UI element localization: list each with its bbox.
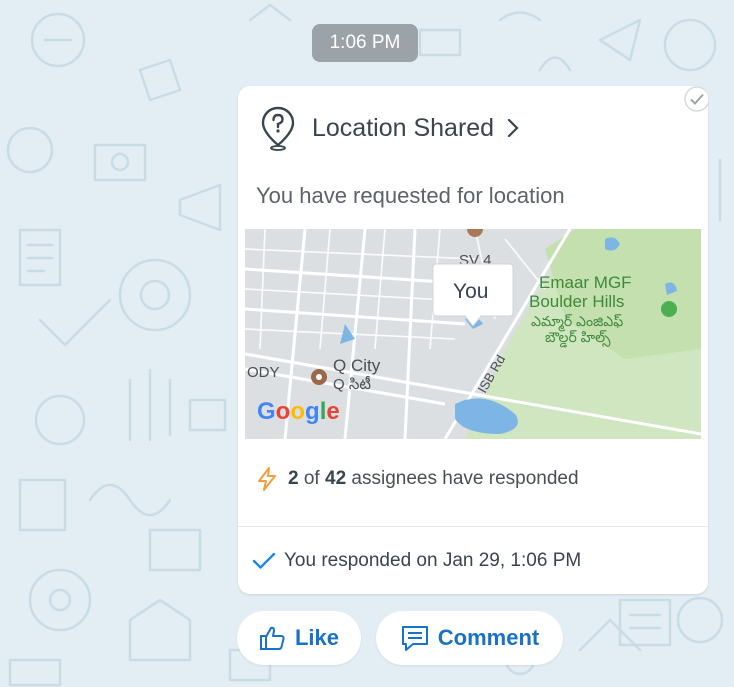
location-question-pin-icon	[261, 106, 295, 151]
map-label-qcity: Q City	[333, 356, 381, 375]
card-title: Location Shared	[312, 113, 495, 142]
checkmark-icon	[252, 552, 276, 569]
card-subtitle: You have requested for location	[256, 183, 565, 208]
park-poi-icon	[661, 301, 677, 317]
you-marker-label: You	[453, 280, 488, 303]
thumbs-up-icon	[259, 626, 285, 650]
location-request-card[interactable]: Location Shared You have requested for l…	[238, 86, 708, 594]
comment-icon	[401, 626, 428, 651]
card-divider	[238, 526, 708, 527]
like-label: Like	[294, 625, 340, 650]
responded-status: You responded on Jan 29, 1:06 PM	[252, 550, 581, 572]
google-logo: Google	[257, 398, 340, 425]
total-assignees: 42	[325, 468, 347, 489]
read-receipt-icon	[684, 86, 708, 112]
location-map[interactable]: SV 4 Emaar MGF Boulder Hills ఎమ్మార్ ఎంజ…	[245, 229, 701, 439]
map-label-emaar-line1: Emaar MGF	[539, 273, 632, 292]
stats-of: of	[303, 468, 320, 489]
message-timestamp: 1:06 PM	[312, 24, 418, 62]
map-label-qcity-te: Q సిటీ	[333, 375, 371, 393]
responded-text: You responded on Jan 29, 1:06 PM	[284, 550, 582, 571]
like-button[interactable]: Like	[237, 611, 361, 665]
stats-suffix: assignees have responded	[351, 468, 579, 489]
comment-button[interactable]: Comment	[376, 611, 563, 665]
lightning-icon	[258, 467, 276, 491]
card-header[interactable]: Location Shared	[260, 106, 520, 151]
chevron-right-icon[interactable]	[506, 117, 520, 139]
comment-label: Comment	[437, 625, 540, 650]
map-label-emaar-line2: Boulder Hills	[529, 292, 624, 311]
responded-count: 2	[288, 468, 299, 489]
map-label-ody: ODY	[247, 364, 280, 381]
response-stats: 2 of 42 assignees have responded	[256, 466, 579, 492]
